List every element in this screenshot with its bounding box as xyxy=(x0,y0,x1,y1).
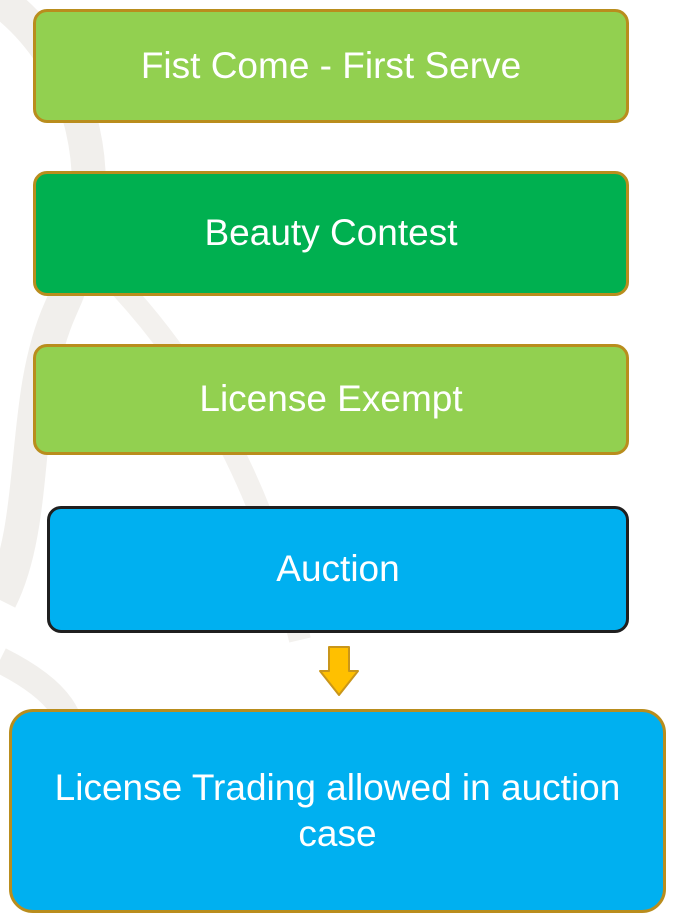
box-label: Fist Come - First Serve xyxy=(140,44,522,86)
box-label: Beauty Contest xyxy=(204,212,458,254)
box-label: License Exempt xyxy=(199,378,463,420)
diagram-box-auction: Auction xyxy=(47,506,629,633)
diagram-box-first-come: Fist Come - First Serve xyxy=(33,9,629,123)
diagram-box-beauty-contest: Beauty Contest xyxy=(33,171,629,296)
diagram-box-license-trading: License Trading allowed in auction case xyxy=(9,709,666,913)
diagram-box-license-exempt: License Exempt xyxy=(33,344,629,455)
result-label: License Trading allowed in auction case xyxy=(54,766,621,854)
box-label: Auction xyxy=(276,548,400,590)
down-arrow-icon xyxy=(319,646,359,696)
